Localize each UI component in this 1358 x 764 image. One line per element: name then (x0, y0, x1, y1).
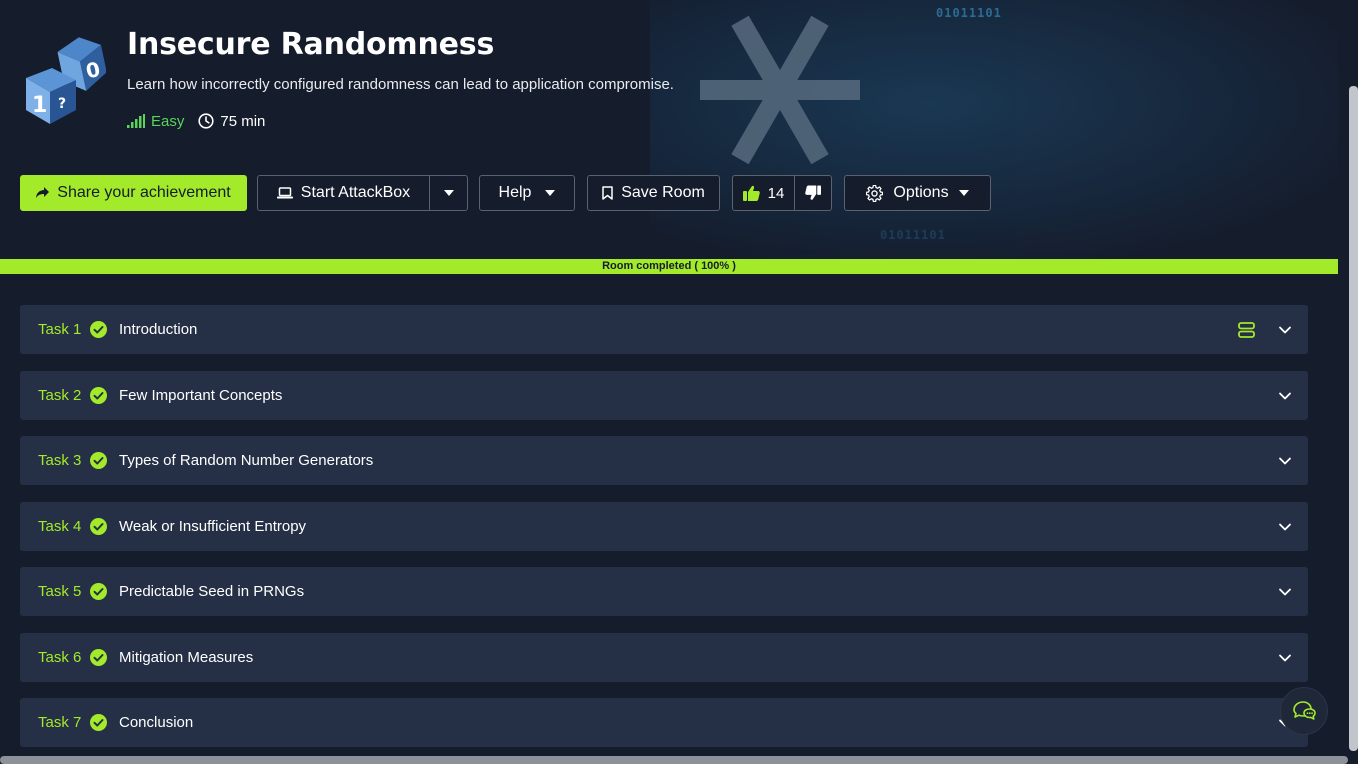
task-title: Predictable Seed in PRNGs (119, 583, 305, 600)
laptop-icon (276, 187, 293, 199)
chevron-down-icon[interactable] (1278, 323, 1292, 337)
task-title: Mitigation Measures (119, 649, 254, 666)
attackbox-dropdown-toggle[interactable] (430, 176, 467, 210)
task-row[interactable]: Task 6 Mitigation Measures (20, 633, 1308, 682)
duration-badge: 75 min (198, 113, 265, 130)
vertical-scrollbar-thumb[interactable] (1349, 86, 1358, 751)
task-row[interactable]: Task 7 Conclusion (20, 698, 1308, 747)
check-circle-icon (90, 649, 107, 666)
options-label: Options (893, 184, 949, 201)
task-row[interactable]: Task 2 Few Important Concepts (20, 371, 1308, 420)
task-title: Conclusion (119, 714, 194, 731)
room-meta: Easy 75 min (127, 111, 265, 131)
snowflake-graphic (700, 15, 860, 165)
svg-text:?: ? (58, 96, 66, 112)
binary-text-faded: 01011101 (880, 228, 946, 242)
layers-icon[interactable] (1238, 321, 1255, 338)
share-achievement-button[interactable]: Share your achievement (20, 175, 247, 211)
caret-down-icon (443, 190, 454, 196)
clock-icon (198, 113, 214, 129)
caret-down-icon (545, 190, 556, 196)
check-circle-icon (90, 518, 107, 535)
check-circle-icon (90, 321, 107, 338)
caret-down-icon (958, 190, 969, 196)
upvote-button[interactable]: 14 (733, 176, 795, 210)
binary-text: 01011101 (936, 6, 1002, 20)
start-attackbox-button[interactable]: Start AttackBox (258, 176, 430, 210)
task-row[interactable]: Task 4 Weak or Insufficient Entropy (20, 502, 1308, 551)
check-circle-icon (90, 583, 107, 600)
help-label: Help (498, 184, 532, 201)
options-button[interactable]: Options (844, 175, 991, 211)
thumbs-up-icon (742, 185, 760, 201)
task-number: Task 5 (38, 583, 82, 600)
dice-icon: 0 1 ? (26, 37, 106, 124)
task-number: Task 7 (38, 714, 82, 731)
chat-icon (1293, 701, 1316, 720)
progress-label: Room completed ( 100% ) (602, 260, 736, 272)
header-background: 01011101 01011101 (650, 0, 1338, 259)
task-row[interactable]: Task 1 Introduction (20, 305, 1308, 354)
task-title: Few Important Concepts (119, 387, 283, 404)
task-title: Types of Random Number Generators (119, 452, 374, 469)
thumbs-down-icon (805, 185, 821, 200)
task-title: Weak or Insufficient Entropy (119, 518, 307, 535)
chevron-down-icon[interactable] (1278, 389, 1292, 403)
task-number: Task 1 (38, 321, 82, 338)
start-attackbox-label: Start AttackBox (300, 184, 411, 201)
help-button[interactable]: Help (479, 175, 575, 211)
share-achievement-label: Share your achievement (57, 184, 231, 201)
check-circle-icon (90, 714, 107, 731)
save-room-button[interactable]: Save Room (587, 175, 720, 211)
difficulty-label: Easy (151, 112, 185, 130)
room-progress-bar: Room completed ( 100% ) (0, 259, 1338, 274)
chat-button[interactable] (1280, 687, 1328, 735)
duration-label: 75 min (220, 112, 266, 130)
svg-text:1: 1 (32, 93, 47, 118)
check-circle-icon (90, 452, 107, 469)
vote-button-group: 14 (732, 175, 832, 211)
room-description: Learn how incorrectly configured randomn… (127, 76, 674, 93)
bookmark-icon (602, 186, 613, 200)
chevron-down-icon[interactable] (1278, 520, 1292, 534)
attackbox-button-group: Start AttackBox (257, 175, 468, 211)
chevron-down-icon[interactable] (1278, 651, 1292, 665)
downvote-button[interactable] (795, 176, 831, 210)
task-number: Task 4 (38, 518, 82, 535)
task-number: Task 3 (38, 452, 82, 469)
chevron-down-icon[interactable] (1278, 585, 1292, 599)
room-title: Insecure Randomness (127, 27, 495, 62)
task-number: Task 6 (38, 649, 82, 666)
save-room-label: Save Room (621, 184, 705, 201)
horizontal-scrollbar-thumb[interactable] (0, 756, 1348, 764)
difficulty-badge: Easy (127, 113, 184, 130)
check-circle-icon (90, 387, 107, 404)
task-row[interactable]: Task 3 Types of Random Number Generators (20, 436, 1308, 485)
upvote-count: 14 (767, 184, 785, 202)
gear-icon (866, 184, 884, 202)
room-header: 01011101 01011101 0 1 ? Insecure Randomn… (0, 0, 1338, 259)
task-row[interactable]: Task 5 Predictable Seed in PRNGs (20, 567, 1308, 616)
share-arrow-icon (36, 187, 50, 198)
signal-bars-icon (127, 114, 145, 128)
task-title: Introduction (119, 321, 198, 338)
task-number: Task 2 (38, 387, 82, 404)
chevron-down-icon[interactable] (1278, 454, 1292, 468)
